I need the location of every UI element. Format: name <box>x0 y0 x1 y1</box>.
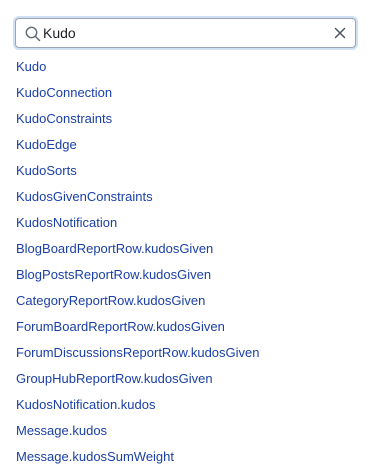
search-panel: Kudo KudoConnection KudoConstraints Kudo… <box>0 0 372 472</box>
search-result-item[interactable]: BlogPostsReportRow.kudosGiven <box>16 264 259 290</box>
search-result-item[interactable]: Kudo <box>16 56 259 82</box>
search-result-item[interactable]: Message.kudos <box>16 420 259 446</box>
search-box[interactable] <box>15 18 356 48</box>
search-result-item[interactable]: KudoSorts <box>16 160 259 186</box>
search-result-item[interactable]: Message.kudosSumWeight <box>16 446 259 472</box>
search-input[interactable] <box>43 19 323 47</box>
search-result-item[interactable]: KudosGivenConstraints <box>16 186 259 212</box>
search-result-item[interactable]: CategoryReportRow.kudosGiven <box>16 290 259 316</box>
search-result-item[interactable]: KudosNotification.kudos <box>16 394 259 420</box>
search-result-item[interactable]: KudoConstraints <box>16 108 259 134</box>
search-result-item[interactable]: KudoConnection <box>16 82 259 108</box>
search-result-item[interactable]: GroupHubReportRow.kudosGiven <box>16 368 259 394</box>
close-icon[interactable] <box>332 25 348 41</box>
search-result-item[interactable]: KudoEdge <box>16 134 259 160</box>
search-result-item[interactable]: ForumDiscussionsReportRow.kudosGiven <box>16 342 259 368</box>
search-result-item[interactable]: BlogBoardReportRow.kudosGiven <box>16 238 259 264</box>
search-results-list: Kudo KudoConnection KudoConstraints Kudo… <box>16 56 259 472</box>
search-icon <box>24 25 42 43</box>
search-result-item[interactable]: ForumBoardReportRow.kudosGiven <box>16 316 259 342</box>
search-result-item[interactable]: KudosNotification <box>16 212 259 238</box>
